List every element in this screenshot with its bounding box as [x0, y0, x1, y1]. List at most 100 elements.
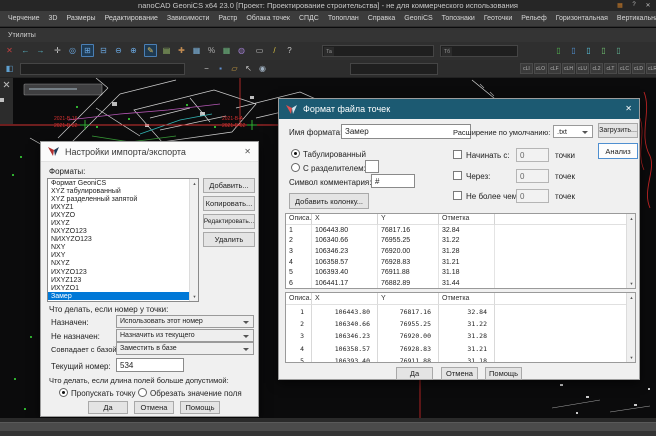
- geonics-doc-icon-4[interactable]: ▯: [597, 44, 610, 57]
- menu-gorizontalnaya[interactable]: Горизонтальная: [556, 15, 608, 22]
- scroll-up-icon[interactable]: ▲: [627, 214, 636, 223]
- globe-icon[interactable]: ◍: [235, 44, 248, 57]
- geonics-doc-icon-1[interactable]: ▯: [552, 44, 565, 57]
- copy-format-button[interactable]: Копировать...: [203, 196, 255, 211]
- layer-btn-clo[interactable]: cLO: [534, 63, 547, 74]
- max-input[interactable]: 0: [516, 189, 549, 203]
- menu-spravka[interactable]: Справка: [368, 15, 395, 22]
- step-input[interactable]: 0: [516, 169, 549, 183]
- table-icon[interactable]: ▦: [220, 44, 233, 57]
- col-header-mark[interactable]: Отметка: [439, 293, 495, 305]
- layer-btn-clt[interactable]: cLT: [604, 63, 617, 74]
- style-combo[interactable]: [350, 63, 438, 75]
- format-item[interactable]: XYZ разделенный запятой: [48, 195, 198, 203]
- format-help-button[interactable]: Помощь: [485, 367, 522, 380]
- folder-icon[interactable]: ▱: [228, 62, 241, 75]
- start-from-checkbox[interactable]: [453, 150, 462, 159]
- format-name-input[interactable]: Замер: [341, 124, 471, 139]
- assigned-combo[interactable]: Использовать этот номер: [116, 315, 254, 328]
- menu-vertikalnaya[interactable]: Вертикальная: [617, 15, 656, 22]
- menu-topoznaki[interactable]: Топознаки: [442, 15, 475, 22]
- layer-btn-clu[interactable]: cLU: [576, 63, 589, 74]
- menu-geotochki[interactable]: Геоточки: [484, 15, 512, 22]
- menu-zavisimosti[interactable]: Зависимости: [167, 15, 209, 22]
- add-format-button[interactable]: Добавить...: [203, 178, 255, 193]
- scroll-down-icon[interactable]: ▼: [627, 353, 636, 362]
- zoom-in-icon[interactable]: ⊕: [127, 44, 140, 57]
- zoom-window-icon[interactable]: ⊞: [81, 44, 94, 57]
- format-item[interactable]: ИXYZ123: [48, 276, 198, 284]
- format-item[interactable]: ИXYZO: [48, 211, 198, 219]
- menu-geonics[interactable]: GeoniCS: [404, 15, 432, 22]
- scroll-down-icon[interactable]: ▼: [190, 292, 199, 301]
- columns-table[interactable]: Описа... X Y Отметка 1106443.8076817.163…: [285, 213, 636, 289]
- layer-btn-clr[interactable]: cLR: [646, 63, 656, 74]
- delimiter-input[interactable]: [365, 160, 379, 173]
- import-help-button[interactable]: Помощь: [180, 401, 220, 414]
- close-icon[interactable]: ✕: [643, 1, 653, 9]
- scroll-down-icon[interactable]: ▼: [627, 279, 636, 288]
- max-checkbox[interactable]: [453, 191, 462, 200]
- toolbar-help-icon[interactable]: ?: [283, 44, 296, 57]
- format-item-selected[interactable]: Замер: [48, 292, 198, 300]
- panel-icon[interactable]: ▦: [615, 1, 625, 9]
- add-column-button[interactable]: Добавить колонку...: [289, 193, 369, 209]
- import-ok-button[interactable]: Да: [88, 401, 128, 414]
- preview-table[interactable]: Описа... X Y Отметка 1106443.8076817.163…: [285, 292, 636, 363]
- help-icon[interactable]: ?: [629, 1, 639, 9]
- tabulated-radio[interactable]: [291, 149, 300, 158]
- paste-icon[interactable]: ▦: [190, 44, 203, 57]
- menu-rastr[interactable]: Растр: [218, 15, 237, 22]
- current-number-input[interactable]: 534: [116, 358, 184, 372]
- forward-icon[interactable]: →: [34, 44, 47, 57]
- tools-icon[interactable]: ✚: [175, 44, 188, 57]
- format-item[interactable]: ИXYZ: [48, 219, 198, 227]
- col-header-desc[interactable]: Описа...: [286, 293, 312, 305]
- comment-input[interactable]: #: [371, 174, 415, 188]
- formats-list[interactable]: Формат GeoniCS XYZ табулированный XYZ ра…: [47, 178, 199, 302]
- pin-icon[interactable]: ◉: [256, 62, 269, 75]
- col-header-y[interactable]: Y: [378, 293, 439, 305]
- col-header-y[interactable]: Y: [378, 214, 439, 225]
- notebook-icon[interactable]: ▤: [160, 44, 173, 57]
- format-dialog-titlebar[interactable]: Формат файла точек ✕: [279, 99, 639, 119]
- col-header-x[interactable]: X: [312, 214, 378, 225]
- geonics-doc-icon-3[interactable]: ▯: [582, 44, 595, 57]
- format-ok-button[interactable]: Да: [396, 367, 433, 380]
- layer-btn-clf[interactable]: cLF: [548, 63, 561, 74]
- col-header-x[interactable]: X: [312, 293, 378, 305]
- menu-razmery[interactable]: Размеры: [66, 15, 95, 22]
- start-from-input[interactable]: 0: [516, 148, 549, 162]
- format-item[interactable]: Формат GeoniCS: [48, 179, 198, 187]
- format-item[interactable]: NXYZO123: [48, 228, 198, 236]
- command-line-bar[interactable]: [0, 422, 656, 431]
- menu-spds[interactable]: СПДС: [299, 15, 319, 22]
- menu-cherchenie[interactable]: Черчение: [8, 15, 40, 22]
- menu-topoplan[interactable]: Топоплан: [328, 15, 359, 22]
- format-item[interactable]: NXYZ: [48, 260, 198, 268]
- geonics-doc-icon-5[interactable]: ▯: [612, 44, 625, 57]
- formats-scrollbar[interactable]: ▲ ▼: [189, 179, 198, 301]
- format-dialog-close-icon[interactable]: ✕: [625, 104, 632, 113]
- step-checkbox[interactable]: [453, 171, 462, 180]
- table1-scrollbar[interactable]: ▲ ▼: [626, 214, 635, 288]
- layer-btn-cld[interactable]: cLD: [632, 63, 645, 74]
- format-item[interactable]: ИXYZO123: [48, 268, 198, 276]
- layer-icon[interactable]: ◧: [3, 62, 16, 75]
- minus-icon[interactable]: −: [200, 62, 213, 75]
- import-dialog-close-icon[interactable]: ✕: [244, 147, 251, 156]
- col-header-desc[interactable]: Описа...: [286, 214, 312, 225]
- not-assigned-combo[interactable]: Назначить из текущего: [116, 329, 254, 342]
- trim-value-radio[interactable]: [138, 388, 147, 397]
- square-icon[interactable]: ▪: [214, 62, 227, 75]
- measure-icon[interactable]: /: [268, 44, 281, 57]
- geonics-doc-icon-2[interactable]: ▯: [567, 44, 580, 57]
- zoom-out-icon[interactable]: ⊖: [112, 44, 125, 57]
- import-cancel-button[interactable]: Отмена: [134, 401, 174, 414]
- search-field-1[interactable]: Та: [322, 45, 434, 57]
- format-item[interactable]: NИXYZO123: [48, 236, 198, 244]
- menu-utility[interactable]: Утилиты: [8, 32, 36, 39]
- layer-btn-clc[interactable]: cLC: [618, 63, 631, 74]
- pan-icon[interactable]: ✛: [51, 44, 64, 57]
- app-icon[interactable]: ✕: [3, 44, 16, 57]
